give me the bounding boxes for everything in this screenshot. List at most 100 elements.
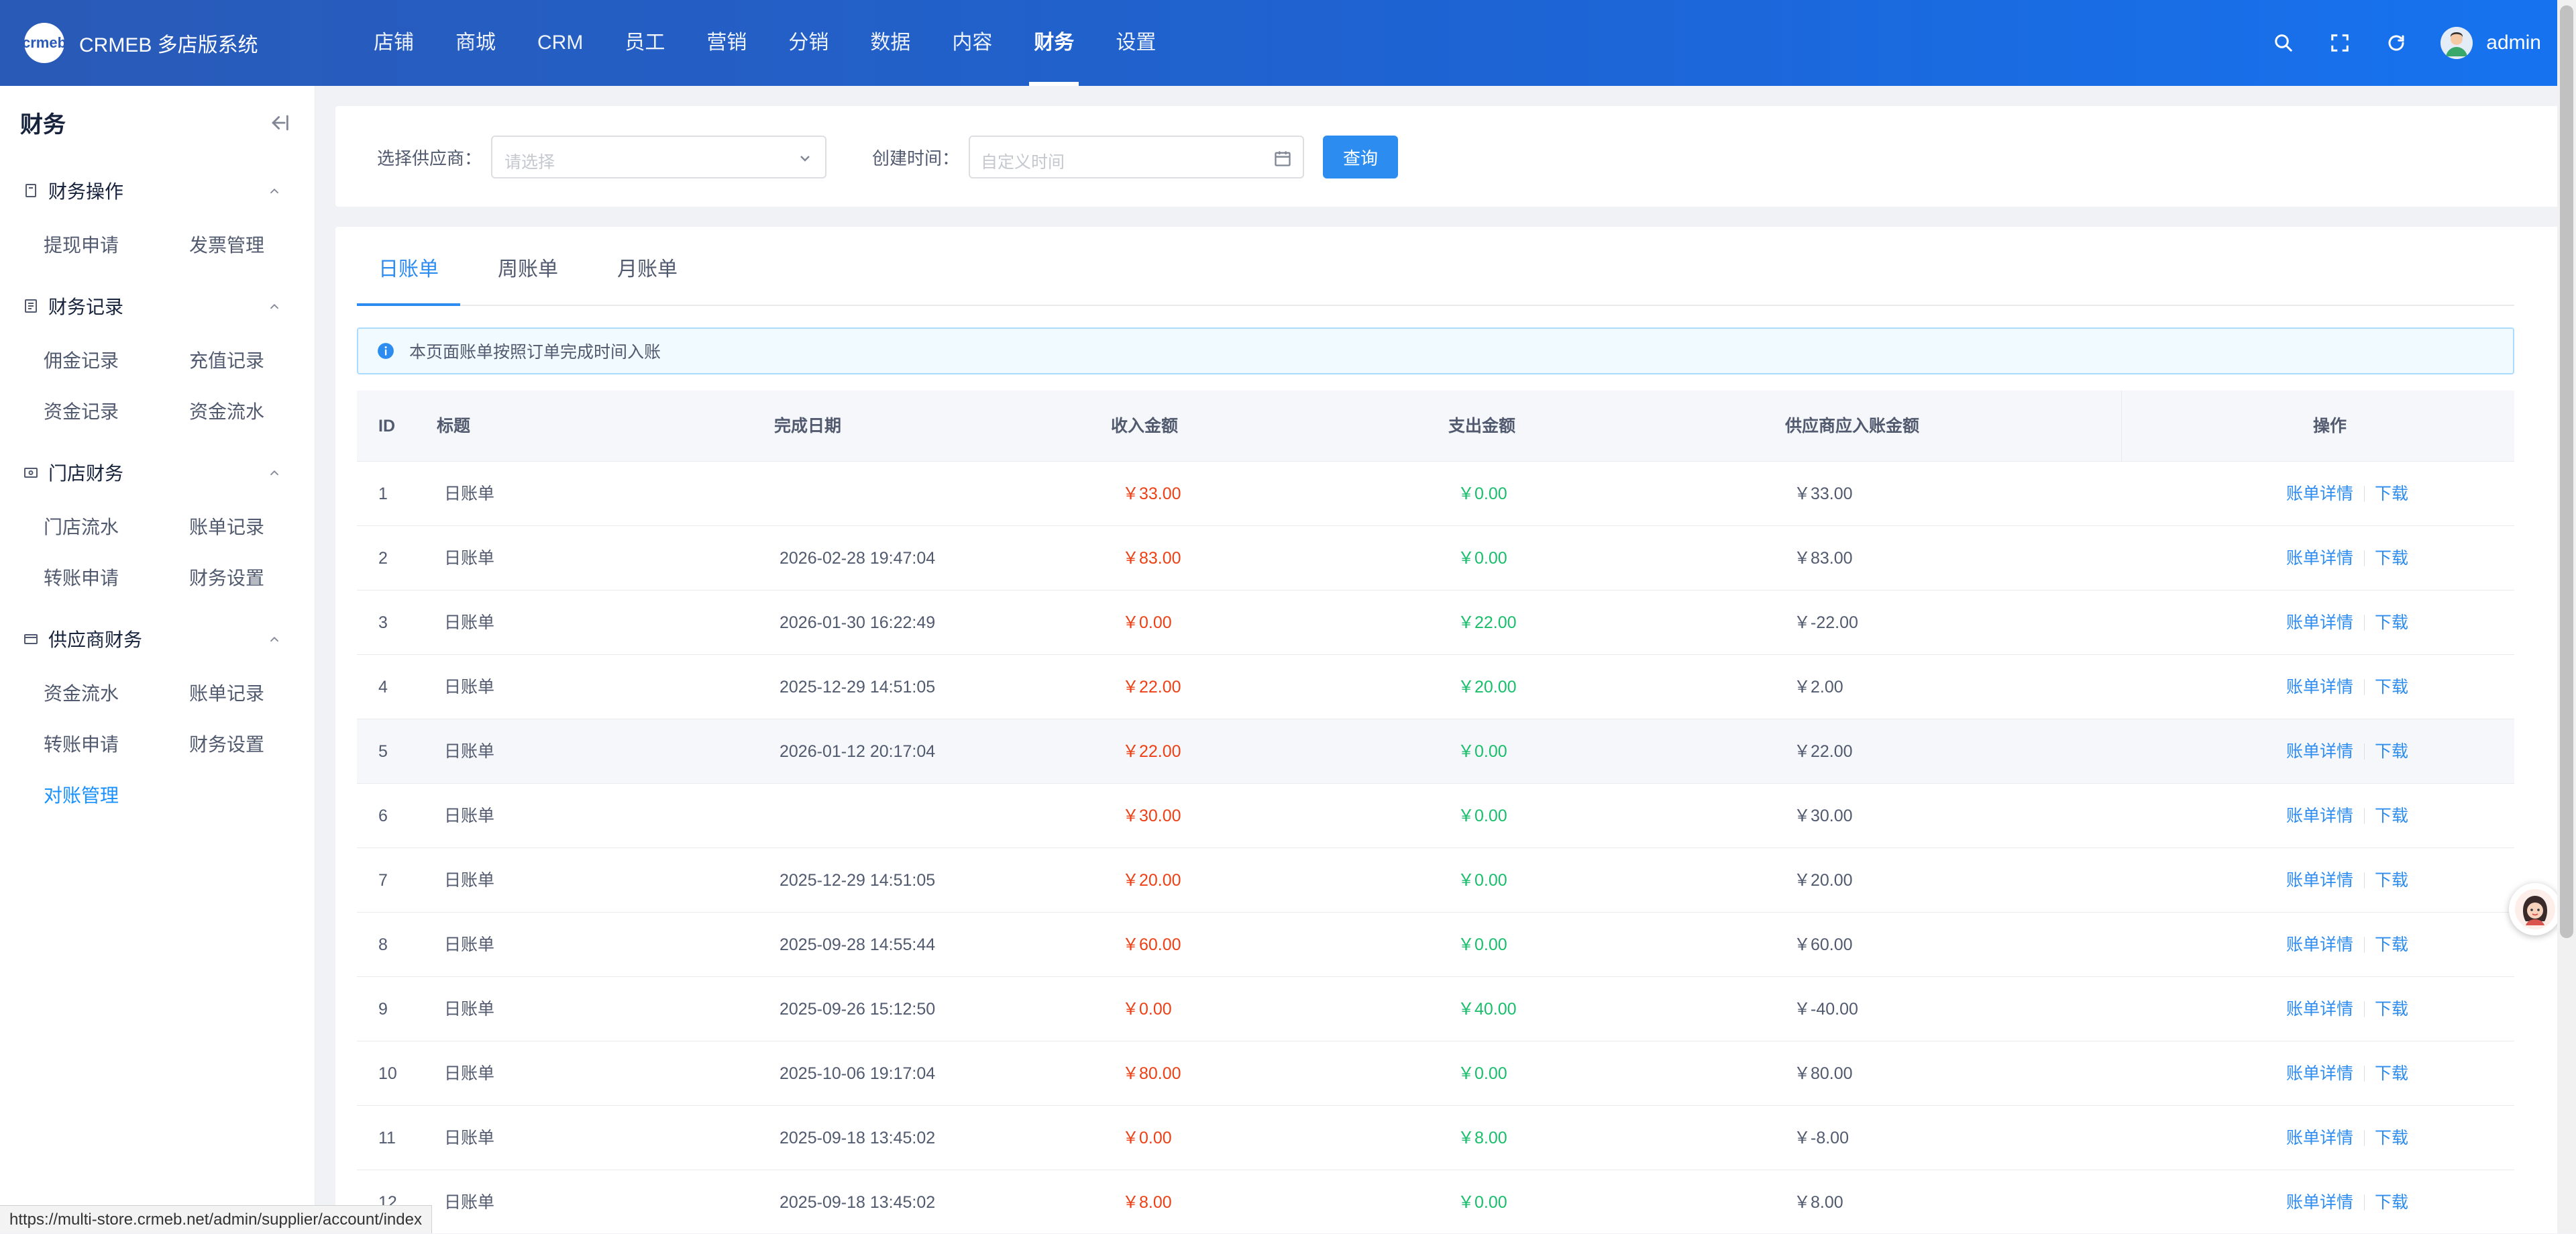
cell-supplier-amount: ￥60.00	[1794, 935, 1853, 954]
sidebar-item-commission[interactable]: 佣金记录	[44, 346, 119, 373]
bill-detail-link[interactable]: 账单详情	[2286, 655, 2353, 719]
cell-title: 日账单	[444, 678, 495, 697]
download-link[interactable]: 下载	[2375, 719, 2408, 784]
download-link[interactable]: 下载	[2375, 1041, 2408, 1106]
bill-detail-link[interactable]: 账单详情	[2286, 1170, 2353, 1233]
tab-monthly-bill[interactable]: 月账单	[596, 252, 699, 305]
table-row: 4 日账单 2025-12-29 14:51:05 ￥22.00 ￥20.00 ￥2.00…	[357, 655, 2514, 719]
cell-supplier-amount: ￥8.00	[1794, 1193, 1843, 1212]
chevron-up-icon	[270, 470, 279, 476]
supplier-placeholder: 请选择	[504, 153, 555, 172]
download-link[interactable]: 下载	[2375, 784, 2408, 848]
sidebar-item-store-transfer[interactable]: 转账申请	[44, 564, 119, 590]
sidebar-title: 财务	[20, 112, 66, 138]
sidebar-item-supplier-bills[interactable]: 账单记录	[189, 679, 264, 706]
sidebar-item-withdraw[interactable]: 提现申请	[44, 231, 119, 258]
bill-detail-link[interactable]: 账单详情	[2286, 1041, 2353, 1106]
cell-expense: ￥0.00	[1458, 935, 1507, 954]
sidebar-item-reconciliation[interactable]: 对账管理	[44, 781, 119, 808]
date-range-picker[interactable]: 自定义时间	[969, 136, 1304, 178]
nav-distribution[interactable]: 分销	[767, 0, 849, 86]
cell-title: 日账单	[444, 613, 495, 632]
sidebar-group-finance-ops[interactable]: 财务操作	[23, 177, 305, 204]
page-scrollbar[interactable]	[2557, 0, 2576, 1233]
tab-weekly-bill[interactable]: 周账单	[476, 252, 580, 305]
sidebar-group-finance-records[interactable]: 财务记录	[23, 293, 305, 319]
search-icon[interactable]	[2255, 15, 2312, 71]
sidebar-item-supplier-finance-settings[interactable]: 财务设置	[189, 730, 264, 757]
bill-detail-link[interactable]: 账单详情	[2286, 590, 2353, 655]
fullscreen-icon[interactable]	[2312, 15, 2368, 71]
tab-daily-bill[interactable]: 日账单	[357, 252, 460, 306]
cell-supplier-amount: ￥-22.00	[1794, 613, 1858, 632]
supplier-select[interactable]: 请选择	[491, 136, 826, 178]
sidebar-group-store-finance[interactable]: 门店财务	[23, 459, 305, 486]
sidebar-group-supplier-finance[interactable]: 供应商财务	[23, 625, 305, 652]
bill-detail-link[interactable]: 账单详情	[2286, 977, 2353, 1041]
cell-date: 2026-01-12 20:17:04	[780, 742, 936, 761]
cell-income: ￥0.00	[1122, 1129, 1172, 1147]
download-link[interactable]: 下载	[2375, 1170, 2408, 1233]
info-icon	[378, 343, 394, 359]
scrollbar-thumb[interactable]	[2560, 5, 2573, 938]
sidebar-item-supplier-transfer[interactable]: 转账申请	[44, 730, 119, 757]
link-separator	[2364, 679, 2365, 695]
sidebar-item-store-flow[interactable]: 门店流水	[44, 513, 119, 539]
cell-supplier-amount: ￥80.00	[1794, 1064, 1853, 1083]
collapse-sidebar-icon[interactable]	[268, 111, 291, 134]
bill-detail-link[interactable]: 账单详情	[2286, 848, 2353, 913]
download-link[interactable]: 下载	[2375, 848, 2408, 913]
nav-data[interactable]: 数据	[849, 0, 931, 86]
bill-detail-link[interactable]: 账单详情	[2286, 784, 2353, 848]
sidebar-item-store-finance-settings[interactable]: 财务设置	[189, 564, 264, 590]
download-link[interactable]: 下载	[2375, 462, 2408, 526]
sidebar-item-recharge[interactable]: 充值记录	[189, 346, 264, 373]
bill-detail-link[interactable]: 账单详情	[2286, 913, 2353, 977]
bill-tabs: 日账单 周账单 月账单	[357, 227, 2514, 306]
cell-income: ￥33.00	[1122, 484, 1181, 503]
customer-service-avatar[interactable]	[2509, 883, 2561, 935]
cell-date: 2025-09-18 13:45:02	[780, 1193, 936, 1212]
cell-income: ￥30.00	[1122, 807, 1181, 825]
download-link[interactable]: 下载	[2375, 1106, 2408, 1170]
nav-settings[interactable]: 设置	[1095, 0, 1177, 86]
nav-shop[interactable]: 店铺	[353, 0, 435, 86]
bill-detail-link[interactable]: 账单详情	[2286, 526, 2353, 590]
avatar[interactable]	[2440, 27, 2473, 59]
table-row: 2 日账单 2026-02-28 19:47:04 ￥83.00 ￥0.00 ￥83.00…	[357, 526, 2514, 590]
bill-detail-link[interactable]: 账单详情	[2286, 1106, 2353, 1170]
cell-income: ￥60.00	[1122, 935, 1181, 954]
brand[interactable]: crmeb CRMEB 多店版系统	[22, 23, 306, 63]
download-link[interactable]: 下载	[2375, 526, 2408, 590]
sidebar-item-invoice[interactable]: 发票管理	[189, 231, 264, 258]
cell-title: 日账单	[444, 484, 495, 503]
chevron-up-icon	[270, 636, 279, 642]
bill-detail-link[interactable]: 账单详情	[2286, 462, 2353, 526]
download-link[interactable]: 下载	[2375, 590, 2408, 655]
refresh-icon[interactable]	[2368, 15, 2424, 71]
sidebar-item-supplier-flow[interactable]: 资金流水	[44, 679, 119, 706]
nav-content[interactable]: 内容	[931, 0, 1013, 86]
cell-expense: ￥22.00	[1458, 613, 1517, 632]
cell-id: 4	[378, 678, 388, 697]
user-name[interactable]: admin	[2486, 32, 2541, 54]
download-link[interactable]: 下载	[2375, 913, 2408, 977]
nav-marketing[interactable]: 营销	[686, 0, 767, 86]
download-link[interactable]: 下载	[2375, 655, 2408, 719]
nav-mall[interactable]: 商城	[435, 0, 517, 86]
download-link[interactable]: 下载	[2375, 977, 2408, 1041]
cell-supplier-amount: ￥83.00	[1794, 549, 1853, 568]
list-icon	[25, 299, 37, 313]
cell-expense: ￥0.00	[1458, 549, 1507, 568]
sidebar-item-fund-records[interactable]: 资金记录	[44, 397, 119, 424]
cell-id: 8	[378, 935, 388, 954]
nav-staff[interactable]: 员工	[604, 0, 686, 86]
link-separator	[2364, 937, 2365, 953]
nav-finance[interactable]: 财务	[1013, 0, 1095, 86]
sidebar-item-fund-flow[interactable]: 资金流水	[189, 397, 264, 424]
bill-detail-link[interactable]: 账单详情	[2286, 719, 2353, 784]
cell-income: ￥8.00	[1122, 1193, 1172, 1212]
query-button[interactable]: 查询	[1323, 136, 1398, 178]
sidebar-item-store-bills[interactable]: 账单记录	[189, 513, 264, 539]
nav-crm[interactable]: CRM	[517, 0, 604, 86]
